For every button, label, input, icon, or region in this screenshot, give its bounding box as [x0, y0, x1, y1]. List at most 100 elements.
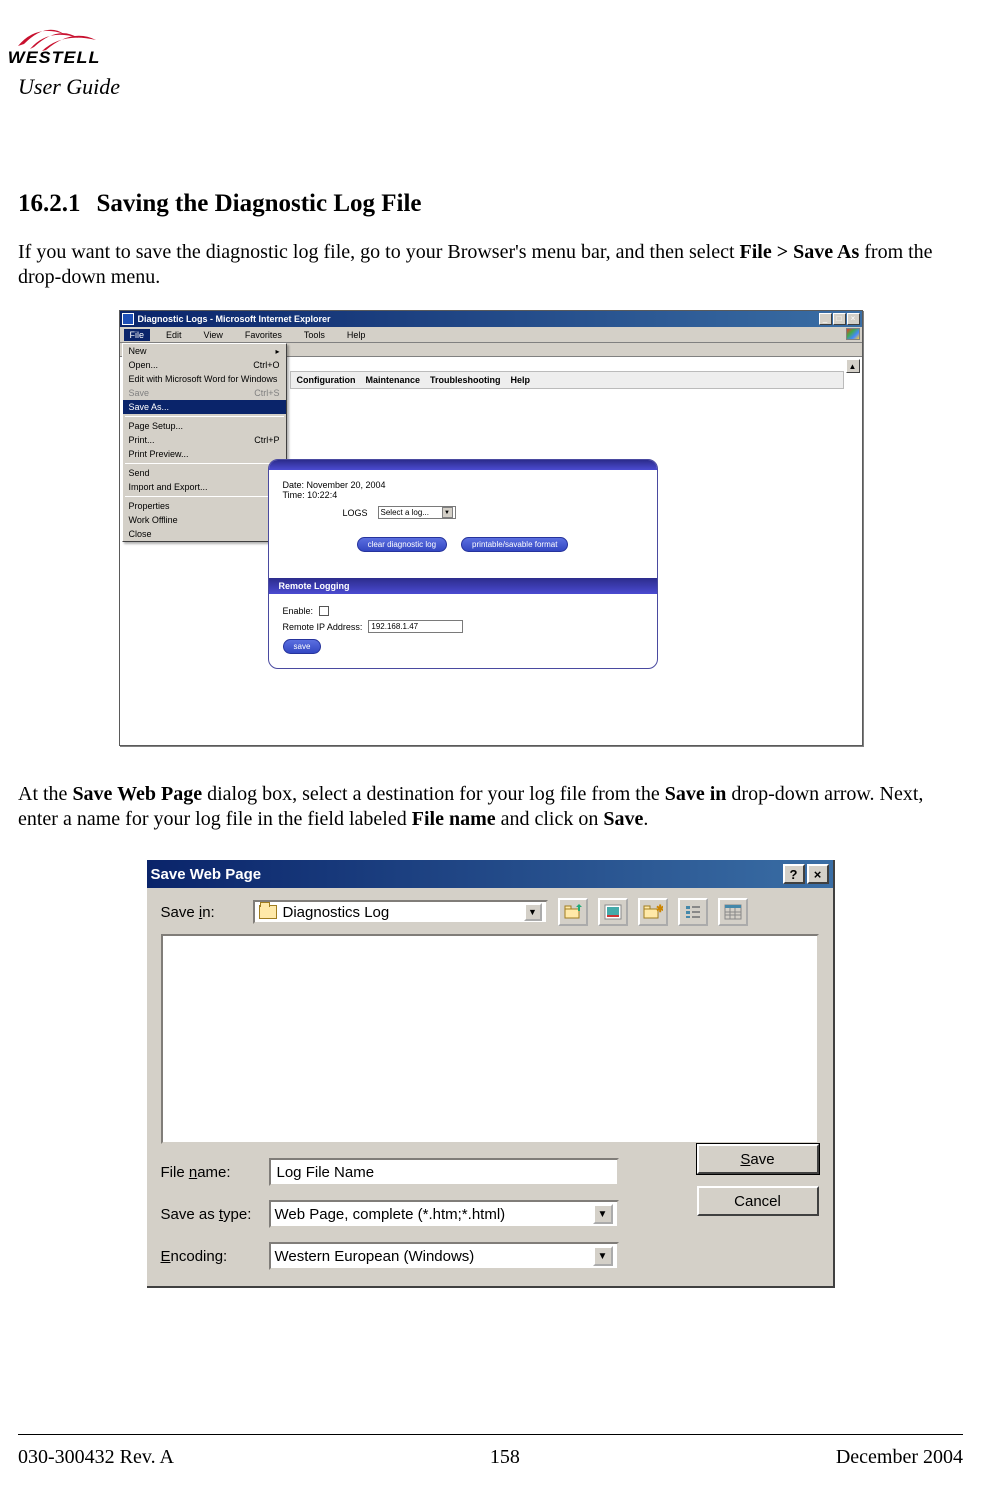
svg-text:✱: ✱: [656, 904, 663, 915]
maximize-button[interactable]: □: [833, 313, 846, 325]
file-dropdown-menu: New Open...Ctrl+O Edit with Microsoft Wo…: [122, 343, 287, 542]
menu-item-close[interactable]: Close: [123, 527, 286, 541]
screenshot-save-dialog: Save Web Page ? × Save in: Diagnostics L…: [147, 860, 835, 1288]
file-name-input[interactable]: Log File Name: [269, 1158, 619, 1186]
tab-troubleshooting[interactable]: Troubleshooting: [430, 375, 501, 385]
diagnostic-panel: Date: November 20, 2004 Time: 10:22:4 LO…: [268, 459, 658, 669]
enable-label: Enable:: [283, 606, 314, 616]
footer-page-number: 158: [490, 1446, 520, 1469]
menu-item-open[interactable]: Open...Ctrl+O: [123, 358, 286, 372]
save-as-type-value: Web Page, complete (*.htm;*.html): [275, 1206, 506, 1223]
save-in-value: Diagnostics Log: [283, 904, 390, 921]
brand-logo: WESTELL: [10, 16, 963, 68]
menu-item-save: SaveCtrl+S: [123, 386, 286, 400]
new-folder-button[interactable]: ✱: [638, 898, 668, 926]
guide-label: User Guide: [18, 74, 963, 100]
menu-item-page-setup[interactable]: Page Setup...: [123, 419, 286, 433]
screenshot-browser-file-menu: Diagnostic Logs - Microsoft Internet Exp…: [119, 310, 863, 746]
para1-bold: File > Save As: [740, 241, 860, 263]
tab-maintenance[interactable]: Maintenance: [366, 375, 421, 385]
remote-ip-label: Remote IP Address:: [283, 622, 363, 632]
encoding-label: Encoding:: [161, 1248, 259, 1265]
section-heading: 16.2.1 Saving the Diagnostic Log File: [18, 190, 963, 218]
menu-item-properties[interactable]: Properties: [123, 499, 286, 513]
dialog-title: Save Web Page: [151, 866, 262, 883]
footer-doc-rev: 030-300432 Rev. A: [18, 1446, 174, 1469]
desktop-button[interactable]: [598, 898, 628, 926]
para1-pre: If you want to save the diagnostic log f…: [18, 241, 740, 263]
brand-wordmark: WESTELL: [8, 48, 101, 68]
ie-icon: [122, 313, 134, 325]
menu-favorites[interactable]: Favorites: [239, 329, 288, 341]
tab-help[interactable]: Help: [511, 375, 531, 385]
footer-divider: [18, 1434, 963, 1435]
tab-configuration[interactable]: Configuration: [297, 375, 356, 385]
save-button[interactable]: Save: [697, 1144, 819, 1174]
enable-checkbox[interactable]: [319, 606, 329, 616]
browser-page-content: Configuration Maintenance Troubleshootin…: [290, 371, 844, 669]
menu-item-new[interactable]: New: [123, 344, 286, 358]
remote-save-button[interactable]: save: [283, 639, 322, 654]
dialog-help-button[interactable]: ?: [783, 864, 805, 884]
chevron-down-icon: ▼: [593, 1246, 613, 1266]
menu-item-work-offline[interactable]: Work Offline: [123, 513, 286, 527]
menu-help[interactable]: Help: [341, 329, 372, 341]
menu-item-send[interactable]: Send: [123, 466, 286, 480]
panel-date: Date: November 20, 2004: [283, 480, 643, 490]
remote-ip-input[interactable]: 192.168.1.47: [368, 620, 463, 633]
details-view-button[interactable]: [718, 898, 748, 926]
folder-icon: [259, 905, 277, 919]
up-one-level-button[interactable]: [558, 898, 588, 926]
printable-savable-format-button[interactable]: printable/savable format: [461, 537, 568, 552]
menu-edit[interactable]: Edit: [160, 329, 188, 341]
file-name-value: Log File Name: [277, 1164, 375, 1181]
save-in-combo[interactable]: Diagnostics Log ▼: [253, 900, 548, 924]
logs-select[interactable]: Select a log... ▼: [378, 506, 456, 519]
menu-item-print-preview[interactable]: Print Preview...: [123, 447, 286, 461]
menu-bar: File Edit View Favorites Tools Help: [120, 327, 862, 343]
clear-diagnostic-log-button[interactable]: clear diagnostic log: [357, 537, 447, 552]
chevron-down-icon: ▼: [442, 507, 453, 518]
dialog-close-button[interactable]: ×: [807, 864, 829, 884]
logs-select-value: Select a log...: [381, 508, 429, 517]
save-as-type-select[interactable]: Web Page, complete (*.htm;*.html) ▼: [269, 1200, 619, 1228]
window-titlebar: Diagnostic Logs - Microsoft Internet Exp…: [120, 311, 862, 327]
panel-header-bar: [269, 460, 657, 470]
nav-tabs: Configuration Maintenance Troubleshootin…: [290, 371, 844, 389]
dialog-titlebar: Save Web Page ? ×: [147, 860, 833, 888]
menu-file[interactable]: File: [124, 329, 151, 341]
save-as-type-label: Save as type:: [161, 1206, 259, 1223]
page-footer: 030-300432 Rev. A 158 December 2004: [18, 1446, 963, 1469]
logo-swoosh-icon: [16, 16, 106, 52]
paragraph-1: If you want to save the diagnostic log f…: [18, 240, 963, 290]
file-list-area[interactable]: [161, 934, 819, 1144]
paragraph-2: At the Save Web Page dialog box, select …: [18, 782, 963, 832]
encoding-value: Western European (Windows): [275, 1248, 475, 1265]
windows-flag-icon: [846, 328, 860, 340]
menu-tools[interactable]: Tools: [298, 329, 331, 341]
section-number: 16.2.1: [18, 190, 81, 218]
save-in-dropdown-icon[interactable]: ▼: [524, 903, 542, 921]
scrollbar-up-button[interactable]: ▲: [846, 359, 860, 373]
file-name-label: File name:: [161, 1164, 259, 1181]
window-title: Diagnostic Logs - Microsoft Internet Exp…: [138, 314, 331, 324]
menu-item-import-export[interactable]: Import and Export...: [123, 480, 286, 494]
remote-logging-heading: Remote Logging: [269, 578, 657, 594]
section-title-text: Saving the Diagnostic Log File: [97, 190, 422, 218]
close-button[interactable]: ×: [847, 313, 860, 325]
menu-item-edit-with[interactable]: Edit with Microsoft Word for Windows: [123, 372, 286, 386]
logs-label: LOGS: [343, 508, 368, 518]
page-header: WESTELL User Guide: [18, 16, 963, 100]
cancel-button[interactable]: Cancel: [697, 1186, 819, 1216]
panel-time: Time: 10:22:4: [283, 490, 643, 500]
chevron-down-icon: ▼: [593, 1204, 613, 1224]
remote-ip-value: 192.168.1.47: [371, 622, 418, 631]
minimize-button[interactable]: _: [819, 313, 832, 325]
list-view-button[interactable]: [678, 898, 708, 926]
footer-date: December 2004: [836, 1446, 963, 1469]
encoding-select[interactable]: Western European (Windows) ▼: [269, 1242, 619, 1270]
menu-item-print[interactable]: Print...Ctrl+P: [123, 433, 286, 447]
menu-view[interactable]: View: [198, 329, 229, 341]
save-in-label: Save in:: [161, 904, 243, 921]
menu-item-save-as[interactable]: Save As...: [123, 400, 286, 414]
